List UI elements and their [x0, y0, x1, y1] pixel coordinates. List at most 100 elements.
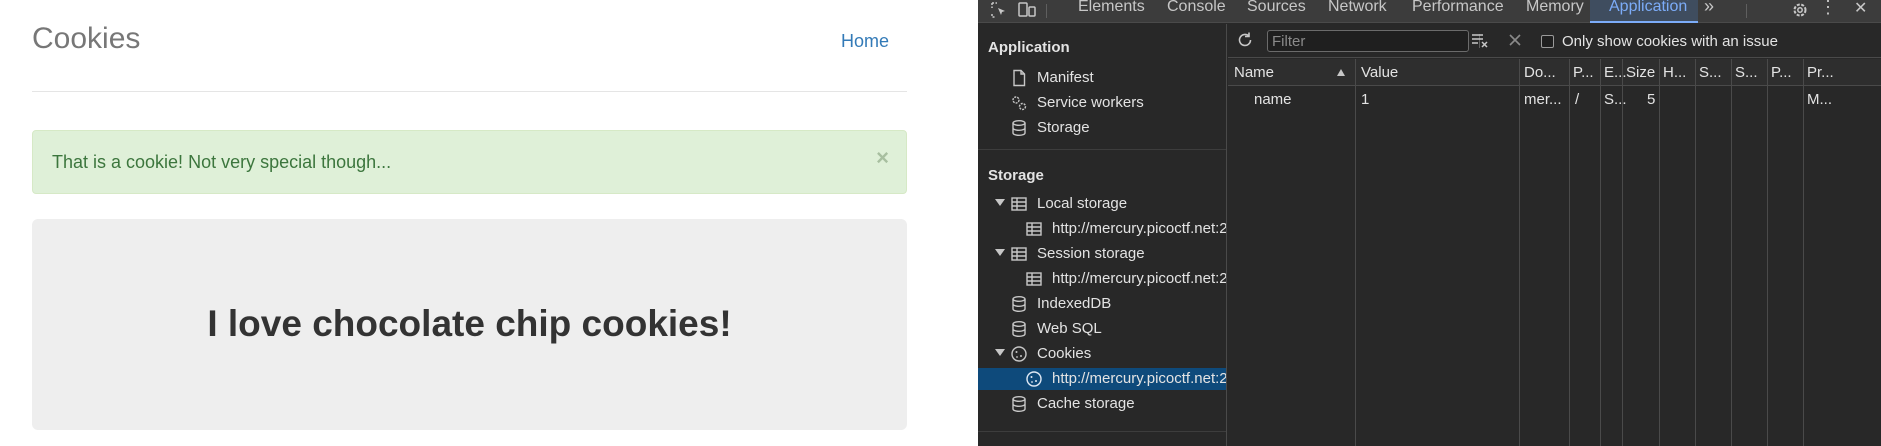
device-toolbar-button[interactable] [1014, 0, 1040, 20]
column-header-priority[interactable]: Pr... [1807, 64, 1834, 81]
tab-application[interactable]: Application [1609, 0, 1687, 21]
only-issues-checkbox[interactable] [1541, 35, 1554, 48]
filter-input[interactable] [1267, 30, 1469, 52]
column-header-value[interactable]: Value [1361, 64, 1398, 81]
document-icon [1013, 69, 1026, 87]
column-header-path[interactable]: P... [1573, 64, 1594, 81]
sidebar-divider [978, 431, 1226, 432]
gear-icon [1793, 3, 1807, 17]
database-icon [1012, 396, 1026, 413]
sidebar-item-session-storage[interactable]: Session storage [978, 243, 1226, 265]
sidebar-item-label: Cookies [1037, 345, 1092, 362]
sidebar-item-label: Manifest [1037, 69, 1094, 86]
inspect-element-button[interactable] [986, 0, 1012, 20]
cookie-expires-cell[interactable]: S... [1604, 91, 1627, 108]
expand-arrow-icon[interactable] [995, 249, 1005, 256]
sidebar-item-label: http://mercury.picoctf.net:2 [1052, 270, 1226, 287]
cookie-priority-cell[interactable]: M... [1807, 91, 1832, 108]
close-icon [1509, 34, 1521, 46]
sidebar-item-websql[interactable]: Web SQL [978, 318, 1226, 340]
sidebar-item-cookies-origin[interactable]: http://mercury.picoctf.net:2 [978, 368, 1226, 390]
table-icon [1026, 272, 1042, 286]
more-tabs-button[interactable]: » [1704, 0, 1714, 19]
column-divider[interactable] [1355, 59, 1356, 446]
site-title: Cookies [32, 22, 141, 55]
column-header-size[interactable]: Size [1626, 64, 1655, 81]
clear-list-icon [1472, 34, 1488, 48]
column-divider[interactable] [1695, 59, 1696, 446]
sidebar-item-label: http://mercury.picoctf.net:2 [1052, 220, 1226, 237]
table-icon [1026, 222, 1042, 236]
column-header-domain[interactable]: Do... [1524, 64, 1556, 81]
column-divider[interactable] [1519, 59, 1520, 446]
tab-elements[interactable]: Elements [1078, 0, 1145, 21]
cookie-name-cell[interactable]: name [1254, 91, 1292, 108]
sidebar-item-label: Service workers [1037, 94, 1144, 111]
column-divider[interactable] [1600, 59, 1601, 446]
refresh-icon [1238, 32, 1252, 47]
database-icon [1012, 120, 1026, 137]
tab-memory[interactable]: Memory [1526, 0, 1584, 21]
column-divider[interactable] [1622, 59, 1623, 446]
header-divider [32, 91, 907, 92]
column-header-name[interactable]: Name [1234, 64, 1274, 81]
column-header-httponly[interactable]: H... [1663, 64, 1686, 81]
sidebar-item-local-storage-origin[interactable]: http://mercury.picoctf.net:2 [978, 218, 1226, 240]
sidebar-item-cache-storage[interactable]: Cache storage [978, 393, 1226, 415]
more-options-button[interactable]: ⋮ [1819, 0, 1837, 20]
cookies-toolbar: Only show cookies with an issue [1228, 24, 1881, 58]
cookie-value-cell[interactable]: 1 [1361, 91, 1369, 108]
sidebar-item-indexeddb[interactable]: IndexedDB [978, 293, 1226, 315]
sidebar-item-service-workers[interactable]: Service workers [978, 92, 1226, 114]
devtools-panel: Elements Console Sources Network Perform… [978, 0, 1881, 446]
clear-all-button[interactable] [1467, 30, 1493, 50]
application-section-header: Application [988, 39, 1070, 56]
tab-performance[interactable]: Performance [1412, 0, 1504, 21]
nav-home-link[interactable]: Home [841, 31, 889, 52]
alert-message: That is a cookie! Not very special thoug… [52, 152, 392, 172]
database-icon [1012, 321, 1026, 338]
sidebar-item-local-storage[interactable]: Local storage [978, 193, 1226, 215]
cookie-size-cell[interactable]: 5 [1647, 91, 1655, 108]
column-divider[interactable] [1767, 59, 1768, 446]
column-header-partition-key[interactable]: P... [1771, 64, 1792, 81]
column-divider[interactable] [1569, 59, 1570, 446]
expand-arrow-icon[interactable] [995, 349, 1005, 356]
toolbar-divider [1746, 4, 1747, 18]
sidebar-item-session-storage-origin[interactable]: http://mercury.picoctf.net:2 [978, 268, 1226, 290]
sidebar-item-cookies[interactable]: Cookies [978, 343, 1226, 365]
settings-button[interactable] [1787, 0, 1813, 20]
active-tab-underline [1590, 21, 1698, 23]
expand-arrow-icon[interactable] [995, 199, 1005, 206]
storage-section-header: Storage [988, 167, 1044, 184]
column-divider[interactable] [1803, 59, 1804, 446]
delete-selected-button[interactable] [1502, 30, 1528, 50]
devtools-toolbar: Elements Console Sources Network Perform… [978, 0, 1881, 23]
column-header-expires[interactable]: E... [1604, 64, 1627, 81]
table-icon [1011, 247, 1027, 261]
cookie-domain-cell[interactable]: mer... [1524, 91, 1562, 108]
cookie-path-cell[interactable]: / [1575, 91, 1579, 108]
column-divider[interactable] [1731, 59, 1732, 446]
table-icon [1011, 197, 1027, 211]
sidebar-item-storage[interactable]: Storage [978, 117, 1226, 139]
column-divider[interactable] [1659, 59, 1660, 446]
sidebar-item-manifest[interactable]: Manifest [978, 67, 1226, 89]
tab-network[interactable]: Network [1328, 0, 1387, 21]
sidebar-item-label: Session storage [1037, 245, 1145, 262]
sort-ascending-icon [1337, 69, 1345, 76]
column-header-samesite[interactable]: S... [1735, 64, 1758, 81]
success-alert: That is a cookie! Not very special thoug… [32, 130, 907, 194]
select-element-icon [991, 2, 1005, 18]
cookies-table: Name Value Do... P... E... Size H... S..… [1228, 59, 1881, 446]
sidebar-item-label: Local storage [1037, 195, 1128, 212]
close-devtools-button[interactable]: ✕ [1854, 0, 1867, 21]
tab-console[interactable]: Console [1167, 0, 1226, 21]
column-header-secure[interactable]: S... [1699, 64, 1722, 81]
gears-icon [1012, 96, 1027, 111]
alert-close-button[interactable]: × [876, 147, 889, 169]
refresh-button[interactable] [1232, 30, 1258, 50]
cookie-icon [1026, 371, 1042, 387]
web-page: Cookies Home That is a cookie! Not very … [0, 0, 978, 446]
tab-sources[interactable]: Sources [1247, 0, 1306, 21]
